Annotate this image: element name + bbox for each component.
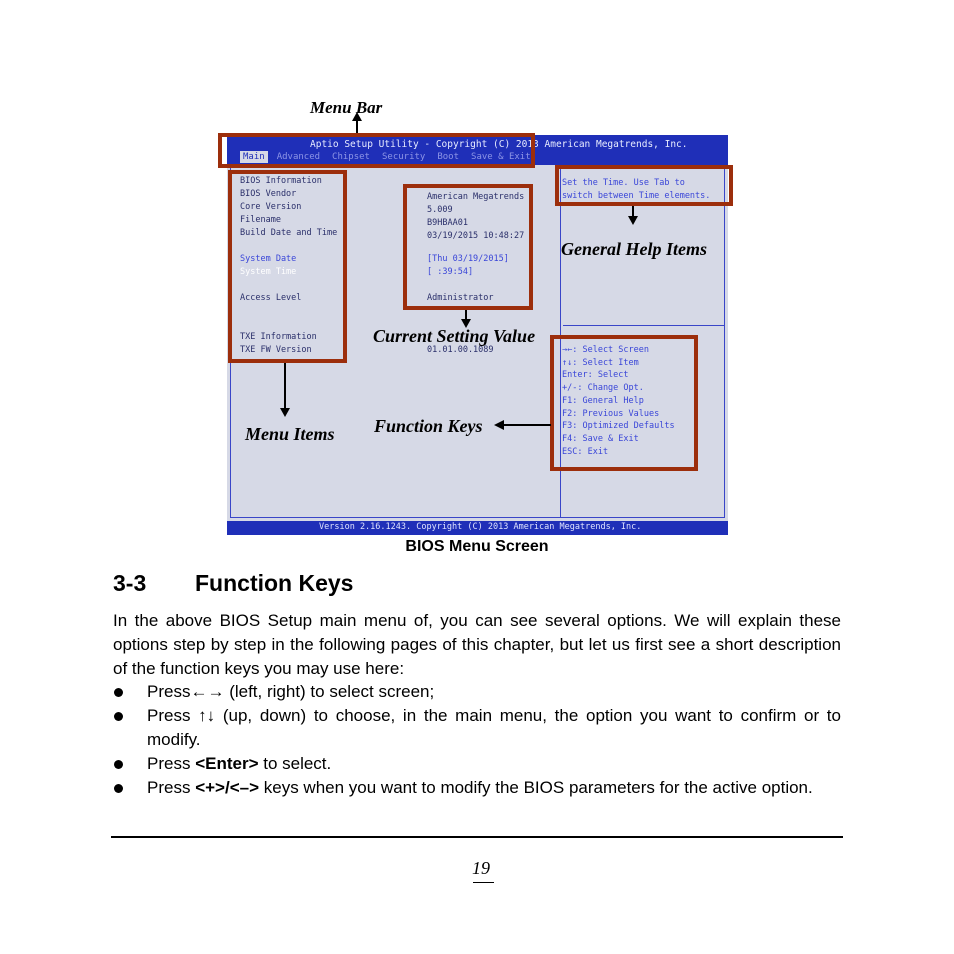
bios-footer-text: Version 2.16.1243. Copyright (C) 2013 Am… — [319, 522, 642, 532]
current-setting-value-annotation: Current Setting Value — [373, 326, 536, 346]
general-help-arrowhead — [628, 216, 638, 225]
list-item: Press <+>/<–> keys when you want to modi… — [113, 776, 841, 800]
general-help-highlight — [555, 165, 733, 206]
page-number: 19 — [472, 858, 490, 878]
bios-help-separator — [563, 325, 725, 326]
menu-items-highlight — [228, 170, 347, 363]
footer-rule — [111, 836, 843, 838]
list-item: Press←→ (left, right) to select screen; — [113, 680, 841, 704]
function-keys-list: Press←→ (left, right) to select screen; … — [113, 680, 841, 800]
menu-items-arrowhead — [280, 408, 290, 417]
function-keys-arrow — [503, 424, 551, 426]
bios-help-border-right — [724, 168, 725, 518]
figure-caption: BIOS Menu Screen — [405, 538, 549, 555]
current-setting-value-highlight — [403, 184, 533, 310]
bullet-icon — [114, 760, 123, 769]
menu-bar-annotation: Menu Bar — [310, 98, 383, 117]
function-keys-highlight — [550, 335, 698, 471]
menu-bar-highlight — [218, 133, 535, 168]
bullet-icon — [114, 688, 123, 697]
intro-paragraph: In the above BIOS Setup main menu of, yo… — [113, 611, 841, 678]
section-heading: 3-3 Function Keys — [113, 570, 353, 597]
bios-footer: Version 2.16.1243. Copyright (C) 2013 Am… — [227, 521, 728, 535]
menu-items-annotation: Menu Items — [245, 424, 335, 444]
list-item: Press <Enter> to select. — [113, 752, 841, 776]
bios-border-bottom — [230, 517, 725, 518]
page-number-underline — [473, 882, 494, 883]
section-number: 3-3 — [113, 570, 147, 596]
list-item: Press ↑↓ (up, down) to choose, in the ma… — [113, 704, 841, 752]
function-keys-annotation: Function Keys — [374, 416, 483, 436]
menu-items-arrow — [284, 363, 286, 409]
section-title: Function Keys — [195, 570, 354, 596]
bullet-icon — [114, 712, 123, 721]
bullet-icon — [114, 784, 123, 793]
general-help-items-annotation: General Help Items — [561, 239, 707, 259]
